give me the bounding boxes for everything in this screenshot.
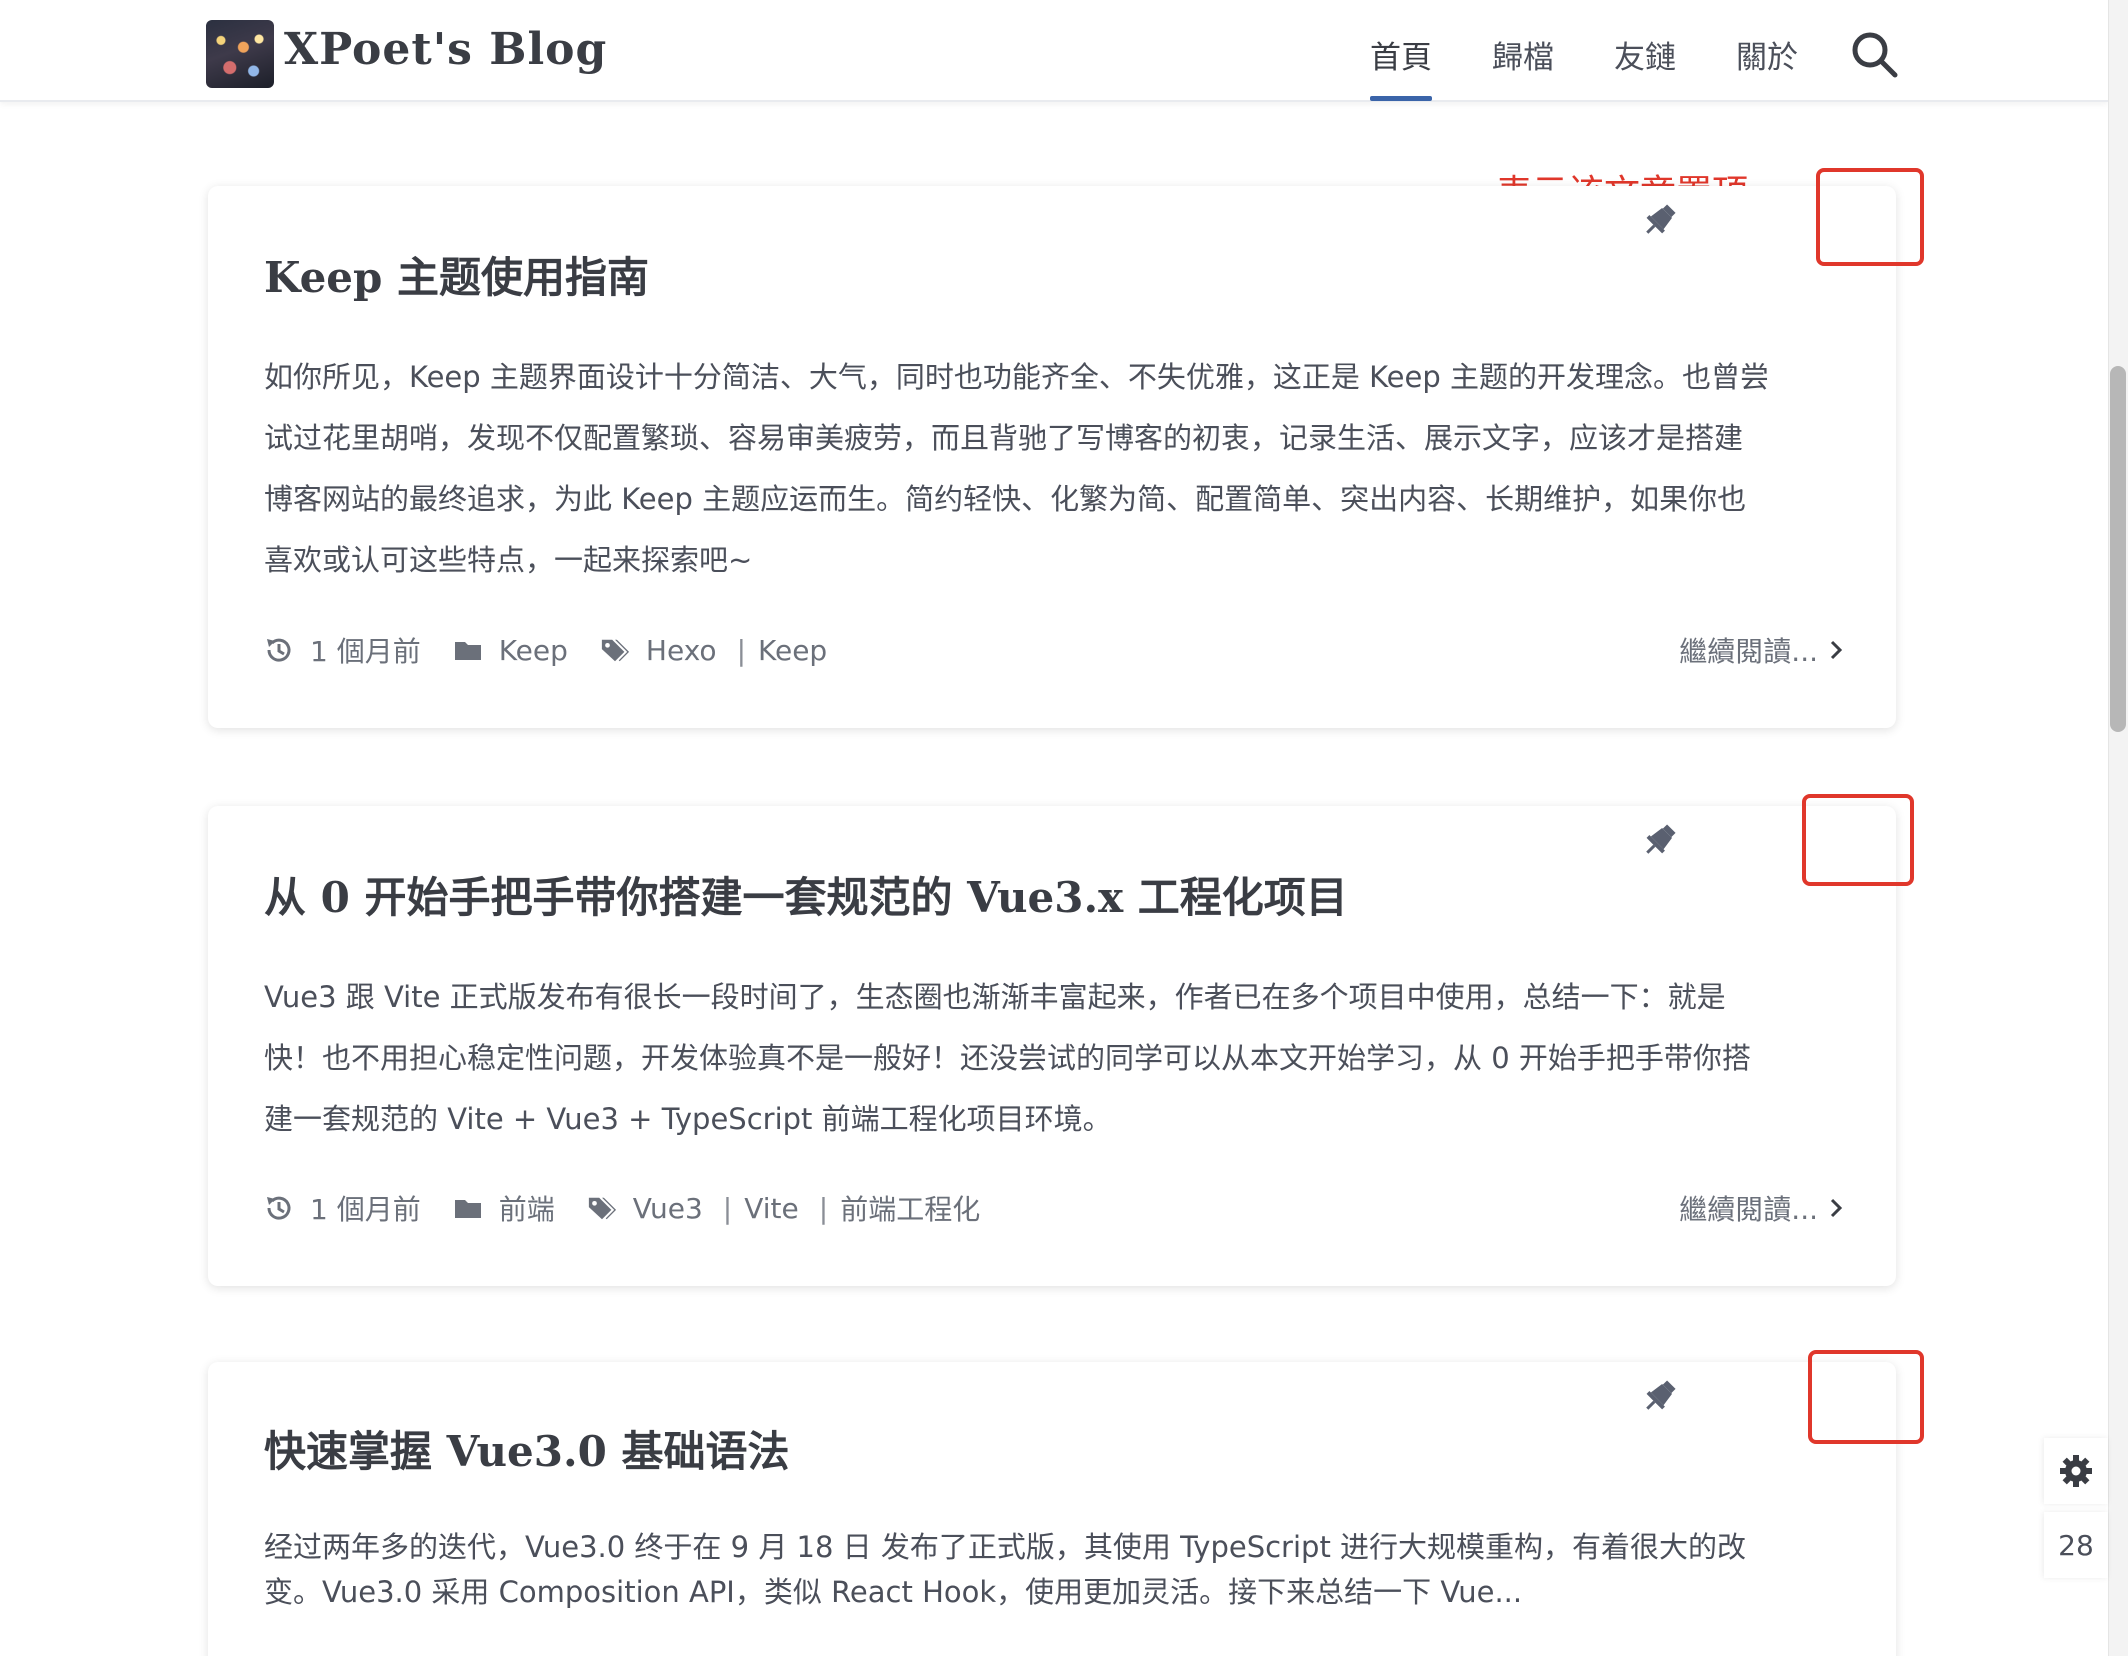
post-card[interactable]: Keep 主题使用指南 如你所见，Keep 主题界面设计十分简洁、大气，同时也功… bbox=[208, 186, 1896, 728]
chevron-right-icon bbox=[1830, 1198, 1843, 1218]
post-category[interactable]: 前端 bbox=[499, 1188, 555, 1228]
nav-item-home[interactable]: 首頁 bbox=[1370, 32, 1432, 77]
excerpt-line: 喜欢或认可这些特点，一起来探索吧~ bbox=[264, 543, 753, 577]
read-more-label: 繼續閱讀... bbox=[1679, 635, 1818, 668]
search-icon[interactable] bbox=[1848, 28, 1900, 80]
post-time: 1 個月前 bbox=[310, 635, 421, 668]
folder-icon bbox=[454, 1200, 481, 1218]
excerpt-line: 经过两年多的迭代，Vue3.0 终于在 9 月 18 日 发布了正式版，其使用 … bbox=[264, 1530, 1747, 1564]
post-excerpt: 经过两年多的迭代，Vue3.0 终于在 9 月 18 日 发布了正式版，其使用 … bbox=[264, 1524, 1844, 1614]
tags-icon bbox=[601, 639, 629, 662]
scroll-percent: 28 bbox=[2058, 1528, 2094, 1562]
pinned-highlight-box bbox=[1808, 1350, 1924, 1444]
tags-icon bbox=[588, 1197, 616, 1220]
chevron-right-icon bbox=[1830, 640, 1843, 660]
pin-icon bbox=[1646, 204, 1676, 234]
post-card[interactable]: 从 0 开始手把手带你搭建一套规范的 Vue3.x 工程化项目 Vue3 跟 V… bbox=[208, 806, 1896, 1286]
folder-icon bbox=[454, 642, 481, 660]
gear-icon bbox=[2060, 1455, 2092, 1487]
post-title[interactable]: 从 0 开始手把手带你搭建一套规范的 Vue3.x 工程化项目 bbox=[264, 864, 1348, 925]
post-title[interactable]: 快速掌握 Vue3.0 基础语法 bbox=[264, 1418, 789, 1479]
read-more-link[interactable]: 繼續閱讀... bbox=[1679, 1188, 1844, 1228]
excerpt-line: 博客网站的最终追求，为此 Keep 主题应运而生。简约轻快、化繁为简、配置简单、… bbox=[264, 482, 1747, 516]
pin-icon bbox=[1646, 1380, 1676, 1410]
site-title[interactable]: XPoet's Blog bbox=[284, 24, 607, 75]
post-tag[interactable]: 前端工程化 bbox=[840, 1188, 980, 1228]
post-card[interactable]: 快速掌握 Vue3.0 基础语法 经过两年多的迭代，Vue3.0 终于在 9 月… bbox=[208, 1362, 1896, 1656]
settings-tool-button[interactable] bbox=[2044, 1438, 2108, 1504]
history-icon bbox=[267, 1196, 291, 1220]
post-meta: 1 個月前 Keep Hexo | Keep bbox=[264, 630, 827, 670]
page-scrollbar-thumb[interactable] bbox=[2110, 366, 2126, 732]
pin-icon bbox=[1646, 824, 1676, 854]
read-more-label: 繼續閱讀... bbox=[1679, 1193, 1818, 1226]
nav-active-indicator bbox=[1370, 96, 1432, 101]
pinned-highlight-box bbox=[1802, 794, 1914, 886]
site-header: XPoet's Blog 首頁 歸檔 友鏈 關於 bbox=[0, 0, 2108, 102]
excerpt-line: 建一套规范的 Vite + Vue3 + TypeScript 前端工程化项目环… bbox=[264, 1102, 1112, 1136]
post-tag[interactable]: Hexo bbox=[646, 634, 717, 667]
post-tag[interactable]: Vite bbox=[744, 1192, 799, 1225]
excerpt-line: 变。Vue3.0 采用 Composition API，类似 React Hoo… bbox=[264, 1575, 1523, 1609]
scroll-progress-button[interactable]: 28 bbox=[2044, 1512, 2108, 1578]
page-scrollbar-track[interactable] bbox=[2108, 0, 2128, 1656]
nav-item-about[interactable]: 關於 bbox=[1736, 32, 1798, 77]
post-time: 1 個月前 bbox=[310, 1193, 421, 1226]
nav-item-links[interactable]: 友鏈 bbox=[1614, 32, 1676, 77]
excerpt-line: 试过花里胡哨，发现不仅配置繁琐、容易审美疲劳，而且背驰了写博客的初衷，记录生活、… bbox=[264, 421, 1744, 455]
post-meta: 1 個月前 前端 Vue3 | Vite | 前端工程化 bbox=[264, 1188, 980, 1228]
post-title[interactable]: Keep 主题使用指南 bbox=[264, 244, 649, 305]
nav-item-archive[interactable]: 歸檔 bbox=[1492, 32, 1554, 77]
post-excerpt: 如你所见，Keep 主题界面设计十分简洁、大气，同时也功能齐全、不失优雅，这正是… bbox=[264, 354, 1844, 598]
post-tag[interactable]: Vue3 bbox=[633, 1192, 703, 1225]
pinned-highlight-box bbox=[1816, 168, 1924, 266]
site-logo-image[interactable] bbox=[206, 20, 274, 88]
excerpt-line: Vue3 跟 Vite 正式版发布有很长一段时间了，生态圈也渐渐丰富起来，作者已… bbox=[264, 980, 1726, 1014]
read-more-link[interactable]: 繼續閱讀... bbox=[1679, 630, 1844, 670]
post-excerpt: Vue3 跟 Vite 正式版发布有很长一段时间了，生态圈也渐渐丰富起来，作者已… bbox=[264, 974, 1844, 1157]
post-category[interactable]: Keep bbox=[499, 634, 568, 667]
post-tag[interactable]: Keep bbox=[758, 634, 827, 667]
excerpt-line: 快！也不用担心稳定性问题，开发体验真不是一般好！还没尝试的同学可以从本文开始学习… bbox=[264, 1041, 1751, 1075]
history-icon bbox=[267, 638, 291, 662]
excerpt-line: 如你所见，Keep 主题界面设计十分简洁、大气，同时也功能齐全、不失优雅，这正是… bbox=[264, 360, 1769, 394]
